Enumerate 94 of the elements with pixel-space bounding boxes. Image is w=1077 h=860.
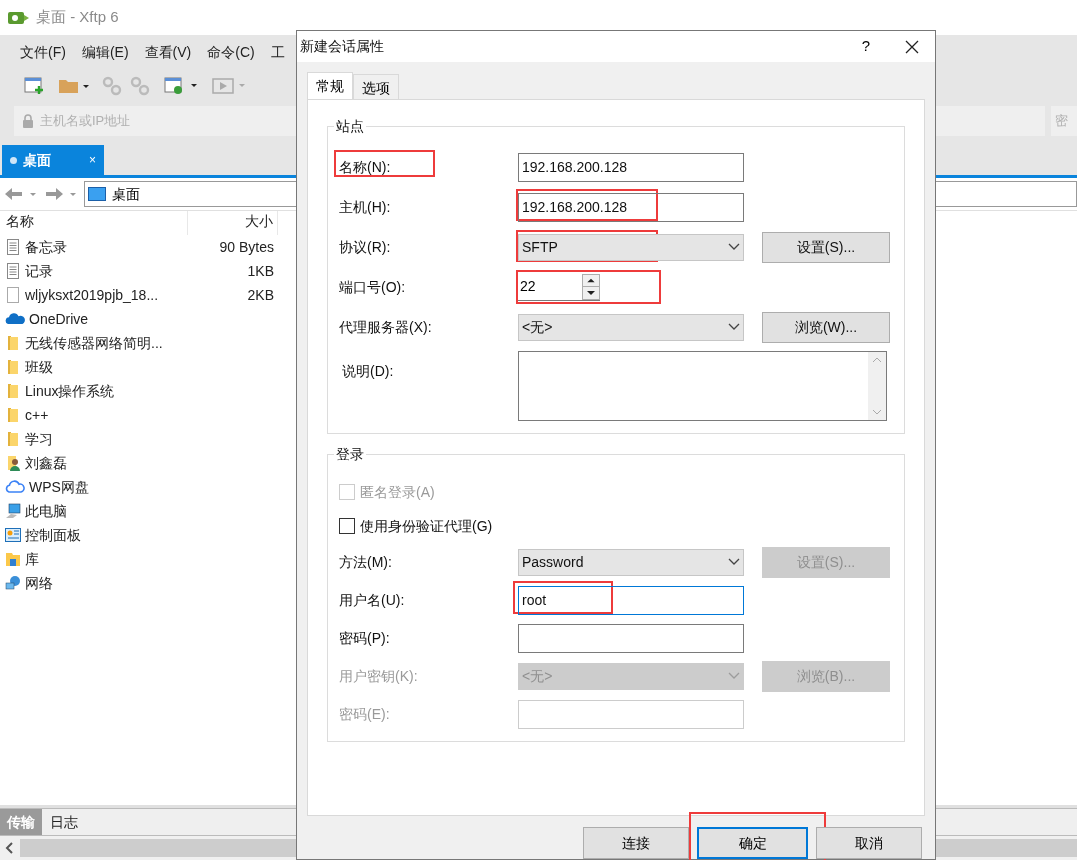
- field-label: 代理服务器(X):: [339, 319, 432, 336]
- folder-icon: [5, 383, 21, 399]
- network-icon: [5, 575, 21, 591]
- desktop-icon: [88, 187, 106, 201]
- text-field[interactable]: root: [518, 585, 744, 615]
- side-button[interactable]: 浏览(W)...: [762, 311, 890, 343]
- cloud-icon: [5, 311, 25, 327]
- menu-item[interactable]: 文件(F): [20, 42, 66, 63]
- file-name[interactable]: Linux操作系统: [25, 380, 115, 402]
- field-label: 用户名(U):: [339, 592, 405, 609]
- dialog-tab[interactable]: 选项: [353, 74, 399, 101]
- address-input[interactable]: 主机名或IP地址: [40, 111, 240, 131]
- folder-icon: [5, 335, 21, 351]
- text-field[interactable]: 192.168.200.128: [518, 192, 744, 222]
- dialog-tab[interactable]: 常规: [307, 72, 353, 101]
- new-session-icon[interactable]: [24, 76, 46, 96]
- scrollbar[interactable]: [868, 352, 886, 421]
- path-text: 桌面: [112, 184, 140, 204]
- file-name[interactable]: 库: [25, 548, 39, 570]
- field-label: 密码(E):: [339, 706, 390, 723]
- description-area[interactable]: [518, 351, 887, 422]
- dialog-title: 新建会话属性: [300, 37, 385, 57]
- field-label: 用户密钥(K):: [339, 668, 418, 685]
- file-name[interactable]: 此电脑: [25, 500, 67, 522]
- session-tab[interactable]: 桌面 ×: [2, 145, 104, 175]
- dropdown[interactable]: SFTP: [518, 233, 744, 261]
- chevron-down-icon: [728, 243, 740, 252]
- chevron-down-icon: [728, 672, 740, 681]
- file-size: 90 Bytes: [219, 238, 274, 255]
- file-name[interactable]: c++: [25, 404, 49, 426]
- scroll-down-icon[interactable]: [872, 409, 882, 417]
- user-folder-icon: [5, 455, 21, 471]
- file-name[interactable]: 网络: [25, 572, 53, 594]
- window-title: 桌面 - Xftp 6: [36, 7, 119, 28]
- chevron-down-icon: [728, 323, 740, 332]
- field-label: 方法(M):: [339, 554, 392, 571]
- folder-icon: [5, 359, 21, 375]
- text-field[interactable]: 192.168.200.128: [518, 152, 744, 182]
- file-size: 2KB: [247, 286, 274, 303]
- menu-item[interactable]: 编辑(E): [81, 42, 129, 63]
- menu-item[interactable]: 工: [270, 42, 285, 63]
- port-spinner[interactable]: 22: [518, 273, 600, 301]
- text-field[interactable]: [518, 623, 744, 653]
- file-name[interactable]: 控制面板: [25, 524, 81, 546]
- side-button[interactable]: 设置(S)...: [762, 231, 890, 263]
- file-name[interactable]: 学习: [25, 428, 53, 450]
- file-name[interactable]: 记录: [25, 260, 53, 282]
- menu-item[interactable]: 命令(C): [207, 42, 255, 63]
- checkbox-label: 使用身份验证代理(G): [360, 516, 493, 536]
- menu-item[interactable]: 查看(V): [144, 42, 192, 63]
- library-icon: [5, 551, 21, 567]
- field-label: 协议(R):: [339, 239, 391, 256]
- cloud-outline-icon: [5, 479, 25, 495]
- app-logo-icon: [8, 10, 30, 25]
- field-label: 说明(D):: [342, 363, 394, 380]
- field-label: 端口号(O):: [339, 279, 406, 296]
- text-file-icon: [5, 239, 21, 255]
- dialog-button[interactable]: 确定: [697, 827, 808, 859]
- folder-icon: [5, 407, 21, 423]
- checkbox[interactable]: [339, 518, 355, 535]
- file-name[interactable]: 备忘录: [25, 236, 67, 258]
- column-header[interactable]: 名称: [0, 211, 188, 235]
- file-name[interactable]: 无线传感器网络简明...: [25, 332, 163, 354]
- play-icon[interactable]: [212, 76, 248, 96]
- folder-icon: [5, 431, 21, 447]
- file-size: 1KB: [247, 262, 274, 279]
- field-label: 名称(N):: [339, 159, 391, 176]
- file-name[interactable]: WPS网盘: [29, 476, 89, 498]
- panel-tab[interactable]: 日志: [42, 809, 85, 835]
- scroll-up-icon[interactable]: [872, 356, 882, 364]
- help-button[interactable]: ?: [843, 35, 889, 58]
- dropdown[interactable]: <无>: [518, 313, 744, 341]
- file-name[interactable]: 刘鑫磊: [25, 452, 67, 474]
- dialog-button[interactable]: 连接: [583, 827, 689, 859]
- password-label: 密: [1055, 112, 1068, 131]
- dialog-button[interactable]: 取消: [816, 827, 922, 859]
- folder-icon[interactable]: [58, 77, 90, 95]
- lock-icon: [22, 114, 34, 128]
- field-label: 密码(P):: [339, 630, 390, 647]
- field-label: 主机(H):: [339, 199, 391, 216]
- file-name[interactable]: wljyksxt2019pjb_18...: [25, 284, 159, 306]
- spin-up-icon[interactable]: [583, 274, 599, 287]
- tab-close-button[interactable]: ×: [89, 151, 96, 169]
- file-name[interactable]: OneDrive: [29, 308, 89, 330]
- column-header[interactable]: 大小: [188, 211, 278, 235]
- computer-icon: [5, 503, 21, 519]
- file-name[interactable]: 班级: [25, 356, 53, 378]
- text-file-icon: [5, 263, 21, 279]
- file-icon: [5, 287, 21, 303]
- checkbox-label: 匿名登录(A): [360, 482, 435, 502]
- chevron-down-icon: [728, 558, 740, 567]
- dropdown[interactable]: Password: [518, 548, 744, 576]
- tab-label: 桌面: [23, 150, 52, 170]
- control-panel-icon: [5, 527, 21, 543]
